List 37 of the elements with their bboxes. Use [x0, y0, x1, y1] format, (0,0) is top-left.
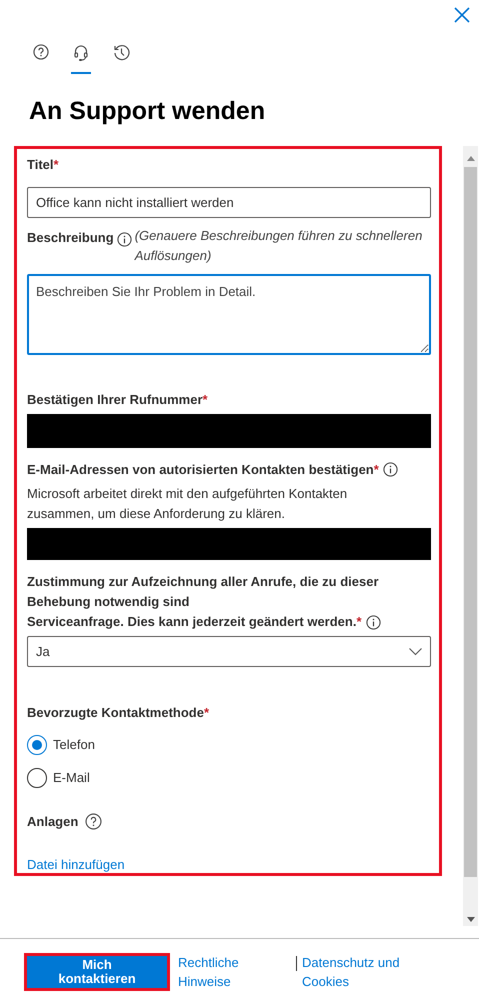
field-label: Beschreibung — [27, 228, 114, 247]
help-icon — [85, 812, 102, 830]
page-title: An Support wenden — [29, 96, 266, 126]
legal-link[interactable]: Rechtliche Hinweise — [178, 953, 268, 991]
field-hint: (Genauere Beschreibungen führen zu schnelleren Auflösungen) — [134, 226, 424, 265]
scroll-down-icon — [466, 917, 474, 922]
field-label: Bevorzugte Kontaktmethode* — [27, 704, 210, 722]
info-icon[interactable] — [116, 232, 132, 247]
info-icon[interactable] — [382, 462, 398, 477]
field-note: Microsoft arbeitet direkt mit den aufgeführten Kontakten zusammen, um diese Anforderung zu klären. — [27, 485, 348, 523]
headset-icon — [73, 44, 89, 62]
close-button[interactable] — [453, 6, 471, 24]
scroll-up-icon — [466, 156, 474, 161]
scrollbar[interactable] — [463, 146, 478, 926]
radio-button[interactable] — [27, 768, 47, 788]
field-label: Anlagen — [27, 812, 78, 831]
radio-button[interactable] — [27, 734, 47, 754]
separator-bar — [296, 956, 297, 971]
field-label: Bestätigen Ihrer Rufnummer* — [27, 391, 209, 409]
add-file-link[interactable]: Datei hinzufügen — [27, 855, 429, 874]
consent-dropdown[interactable]: Ja — [27, 636, 431, 667]
radio-label: E-Mail — [53, 768, 90, 787]
field-label: Serviceanfrage. Dies kann jederzeit geändert werden.* — [27, 613, 362, 631]
field-label: E-Mail-Adressen von autorisierten Kontakten bestätigen* — [27, 460, 379, 479]
field-label: Titel* — [27, 156, 60, 174]
close-icon — [454, 7, 470, 23]
title-field[interactable]: Office kann nicht installiert werden — [27, 186, 431, 218]
radio-label: Telefon — [53, 736, 95, 754]
field-label: Behebung notwendig sind — [27, 593, 190, 611]
help-icon — [33, 44, 49, 60]
chevron-icon — [409, 648, 422, 656]
field-label: Zustimmung zur Aufzeichnung aller Anrufe, die zu dieser — [27, 573, 380, 591]
info-icon[interactable] — [366, 614, 381, 630]
description-field[interactable]: Beschreiben Sie Ihr Problem in Detail. — [27, 274, 431, 354]
contact-me-button[interactable]: Mich kontaktieren — [24, 953, 170, 991]
history-icon — [112, 44, 130, 61]
privacy-link[interactable]: Datenschutz und Cookies — [302, 953, 422, 991]
